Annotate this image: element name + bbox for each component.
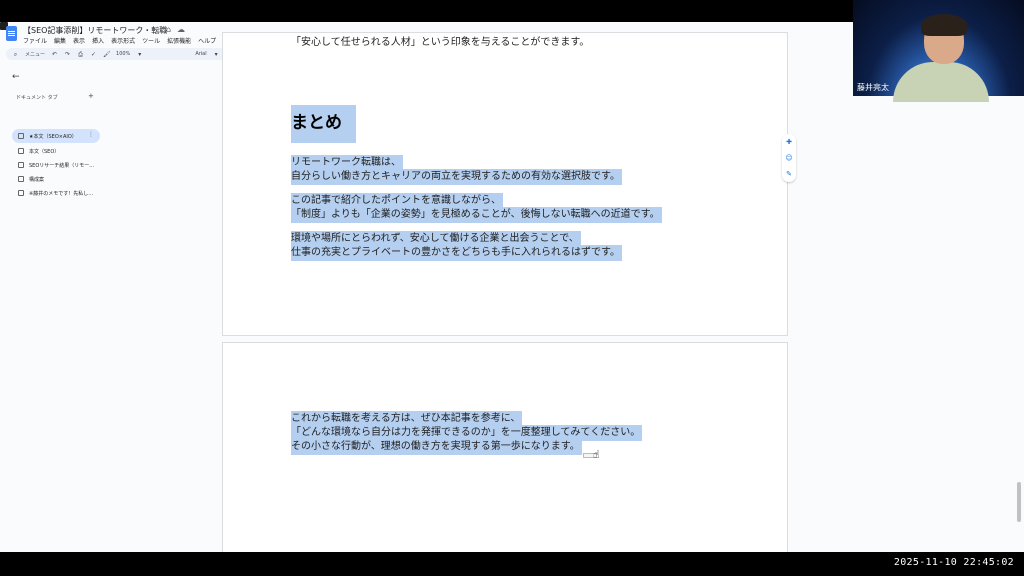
document-title[interactable]: 【SEO記事添削】リモートワーク・転職 bbox=[23, 25, 167, 36]
selected-text: 自分らしい働き方とキャリアの両立を実現するための有効な選択肢です。 bbox=[291, 169, 622, 185]
menu-help[interactable]: ヘルプ bbox=[198, 36, 216, 45]
document-canvas[interactable]: 「安心して任せられる人材」という印象を与えることができます。 まとめ リモートワ… bbox=[0, 32, 1024, 552]
selected-text: その小さな行動が、理想の働き方を実現する第一歩になります。 bbox=[291, 439, 582, 455]
menu-file[interactable]: ファイル bbox=[23, 36, 47, 45]
selected-text: 「制度」よりも「企業の姿勢」を見極めることが、後悔しない転職への近道です。 bbox=[291, 207, 662, 223]
search-icon[interactable]: ⌕ bbox=[12, 51, 19, 58]
paint-format-icon[interactable]: 🖌 bbox=[103, 51, 111, 58]
section-heading: まとめ bbox=[291, 105, 356, 143]
folder-move-icon[interactable]: ⌂ bbox=[166, 25, 171, 34]
document-page[interactable]: これから転職を考える方は、ぜひ本記事を参考に、 「どんな環境なら自分は力を発揮で… bbox=[222, 342, 788, 552]
menu-search-label[interactable]: メニュー bbox=[25, 51, 45, 58]
star-icon[interactable]: ☆ bbox=[154, 25, 161, 34]
redo-icon[interactable]: ↷ bbox=[64, 51, 71, 58]
recording-timestamp: 2025-11-10 22:45:02 bbox=[893, 557, 1014, 568]
chevron-down-icon[interactable]: ▾ bbox=[136, 51, 143, 58]
document-page[interactable]: 「安心して任せられる人材」という印象を与えることができます。 まとめ リモートワ… bbox=[222, 32, 788, 336]
webcam-overlay: 藤井亮太 bbox=[853, 0, 1024, 102]
menu-insert[interactable]: 挿入 bbox=[92, 36, 104, 45]
spellcheck-icon[interactable]: ✓ bbox=[90, 51, 97, 58]
emoji-reaction-icon[interactable]: ☺ bbox=[785, 154, 793, 162]
menu-view[interactable]: 表示 bbox=[73, 36, 85, 45]
menu-tools[interactable]: ツール bbox=[142, 36, 160, 45]
print-icon[interactable]: ⎙ bbox=[77, 51, 84, 58]
menu-bar: ファイル 編集 表示 挿入 表示形式 ツール 拡張機能 ヘルプ bbox=[23, 36, 216, 45]
menu-edit[interactable]: 編集 bbox=[54, 36, 66, 45]
font-select[interactable]: Arial bbox=[195, 51, 206, 57]
body-text: 自分らしい働き方とキャリアの両立を実現するための有効な選択肢です。 bbox=[291, 169, 622, 185]
selected-text: 仕事の充実とプライベートの豊かさをどちらも手に入れられるはずです。 bbox=[291, 245, 622, 261]
suggest-edit-icon[interactable]: ✎ bbox=[785, 170, 793, 178]
body-text: 「制度」よりも「企業の姿勢」を見極めることが、後悔しない転職への近道です。 bbox=[291, 207, 662, 223]
presenter-body bbox=[893, 62, 989, 102]
scrollbar[interactable] bbox=[1017, 482, 1021, 522]
docs-logo-icon[interactable] bbox=[6, 26, 17, 41]
hand-cursor-icon: ☝ bbox=[593, 448, 600, 461]
undo-icon[interactable]: ↶ bbox=[51, 51, 58, 58]
body-text: その小さな行動が、理想の働き方を実現する第一歩になります。 bbox=[291, 439, 582, 455]
presenter-hair bbox=[921, 14, 967, 36]
body-text: 仕事の充実とプライベートの豊かさをどちらも手に入れられるはずです。 bbox=[291, 245, 622, 261]
style-select[interactable] bbox=[149, 51, 189, 58]
presenter-name: 藤井亮太 bbox=[857, 83, 889, 92]
menu-format[interactable]: 表示形式 bbox=[111, 36, 135, 45]
menu-extensions[interactable]: 拡張機能 bbox=[167, 36, 191, 45]
app-window: 【SEO記事添削】リモートワーク・転職 ☆ ⌂ ☁ ファイル 編集 表示 挿入 … bbox=[0, 22, 1024, 552]
body-text: 「安心して任せられる人材」という印象を与えることができます。 bbox=[291, 37, 590, 48]
zoom-select[interactable]: 100% bbox=[116, 51, 130, 57]
chevron-down-icon[interactable]: ▾ bbox=[213, 51, 220, 58]
right-action-rail: ✚ ☺ ✎ bbox=[782, 134, 796, 182]
add-comment-icon[interactable]: ✚ bbox=[785, 138, 793, 146]
cloud-status-icon[interactable]: ☁ bbox=[177, 25, 185, 34]
